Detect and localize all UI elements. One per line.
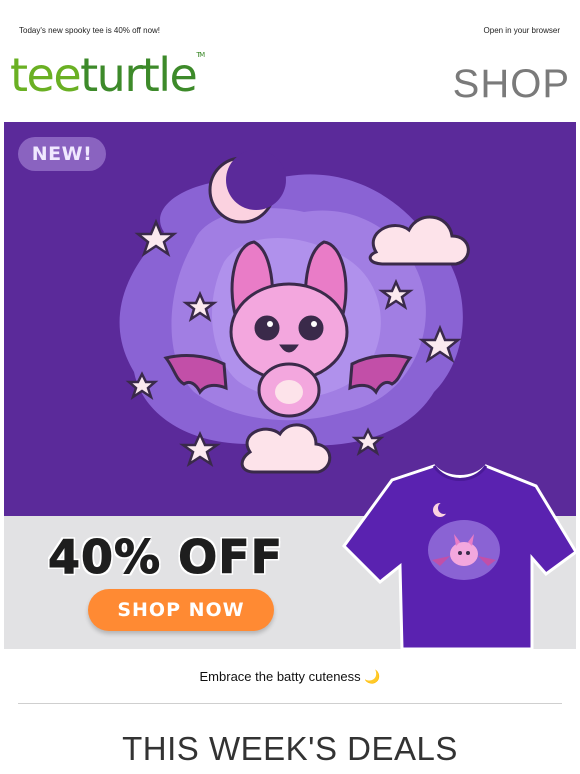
open-in-browser-link[interactable]: Open in your browser	[484, 26, 560, 35]
section-divider	[18, 703, 562, 704]
tagline-text: Embrace the batty cuteness 🌙	[199, 669, 381, 684]
logo-text-tee: tee	[10, 48, 82, 102]
teeturtle-logo[interactable]: teeturtleTM	[10, 51, 205, 99]
hero-banner[interactable]: NEW! 40% OFF SHOP NOW	[4, 122, 576, 649]
shop-now-button[interactable]: SHOP NOW	[88, 589, 274, 631]
hero-artwork-panel: NEW!	[4, 122, 576, 516]
new-badge: NEW!	[18, 137, 106, 171]
preheader-text: Today's new spooky tee is 40% off now!	[19, 26, 161, 35]
tshirt-product-image[interactable]	[336, 462, 576, 649]
logo-text-turtle: turtle	[80, 48, 198, 102]
section-title: THIS WEEK'S DEALS	[122, 730, 458, 767]
logo-trademark: TM	[196, 51, 205, 59]
shop-link[interactable]: SHOP	[453, 62, 570, 107]
discount-headline: 40% OFF	[47, 530, 284, 585]
bat-artwork-illustration	[119, 150, 470, 474]
